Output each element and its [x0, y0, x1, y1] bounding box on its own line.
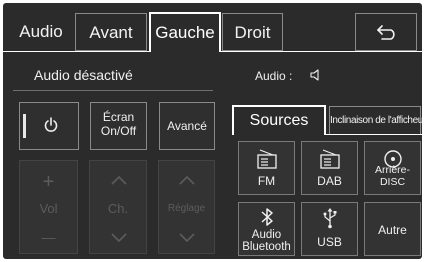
tuning-control: Réglage	[158, 160, 215, 254]
channel-label: Ch.	[107, 201, 129, 216]
source-bluetooth-label-line2: Bluetooth	[242, 241, 291, 253]
screen-on-off-label-line1: Écran	[102, 110, 135, 124]
tab-sources[interactable]: Sources	[232, 105, 326, 135]
tab-display-inclination[interactable]: Inclinaison de l'afficheur	[329, 106, 422, 135]
source-fm-button[interactable]: FM	[238, 141, 295, 195]
source-other-label: Autre	[378, 223, 407, 237]
return-arrow-icon	[377, 25, 395, 40]
tab-droit[interactable]: Droit	[222, 13, 283, 51]
radio-icon	[319, 149, 340, 169]
source-other-button[interactable]: Autre	[364, 202, 421, 256]
audio-status-text: Audio désactivé	[34, 67, 133, 83]
volume-label: Vol	[39, 201, 58, 216]
volume-minus-icon: —	[41, 229, 56, 245]
radio-icon	[256, 149, 277, 169]
source-usb-button[interactable]: USB	[301, 202, 358, 256]
status-divider	[13, 90, 213, 91]
screen-on-off-label-line2: On/Off	[100, 124, 137, 138]
source-dab-label: DAB	[317, 174, 342, 188]
tab-bar: Audio Avant Gauche Droit	[3, 3, 422, 52]
tab-audio[interactable]: Audio	[9, 13, 73, 51]
back-button[interactable]	[355, 13, 417, 51]
chevron-up-icon	[111, 175, 127, 185]
tuning-label: Réglage	[167, 203, 206, 214]
advanced-button[interactable]: Avancé	[159, 102, 215, 150]
tab-underline-left	[3, 51, 149, 52]
audio-settings-panel: Audio Avant Gauche Droit Audio désactivé…	[3, 3, 422, 259]
sources-tab-underline	[326, 134, 422, 135]
power-indicator	[23, 114, 26, 138]
tab-avant[interactable]: Avant	[75, 13, 147, 51]
audio-indicator-label: Audio :	[255, 69, 293, 83]
screen: Audio Avant Gauche Droit Audio désactivé…	[0, 0, 425, 262]
usb-icon	[323, 208, 336, 229]
tab-gauche[interactable]: Gauche	[149, 12, 221, 52]
volume-control: + Vol —	[19, 160, 78, 254]
screen-on-off-button[interactable]: Écran On/Off	[90, 102, 147, 150]
source-dab-button[interactable]: DAB	[301, 141, 358, 195]
bluetooth-icon	[260, 208, 273, 226]
source-fm-label: FM	[257, 174, 276, 188]
speaker-icon	[310, 69, 319, 81]
power-icon	[44, 117, 58, 132]
chevron-down-icon	[179, 233, 195, 243]
chevron-up-icon	[179, 175, 195, 185]
power-button[interactable]	[19, 102, 79, 150]
channel-control: Ch.	[89, 160, 147, 254]
source-bluetooth-label-line1: Audio	[251, 229, 282, 241]
volume-plus-icon: +	[42, 171, 55, 193]
source-rear-disc-button[interactable]: Arrière-DISC	[364, 141, 421, 195]
chevron-down-icon	[111, 233, 127, 243]
source-usb-label: USB	[317, 235, 342, 249]
source-bluetooth-audio-button[interactable]: Audio Bluetooth	[238, 202, 295, 256]
source-rear-disc-label: Arrière-DISC	[374, 164, 410, 188]
